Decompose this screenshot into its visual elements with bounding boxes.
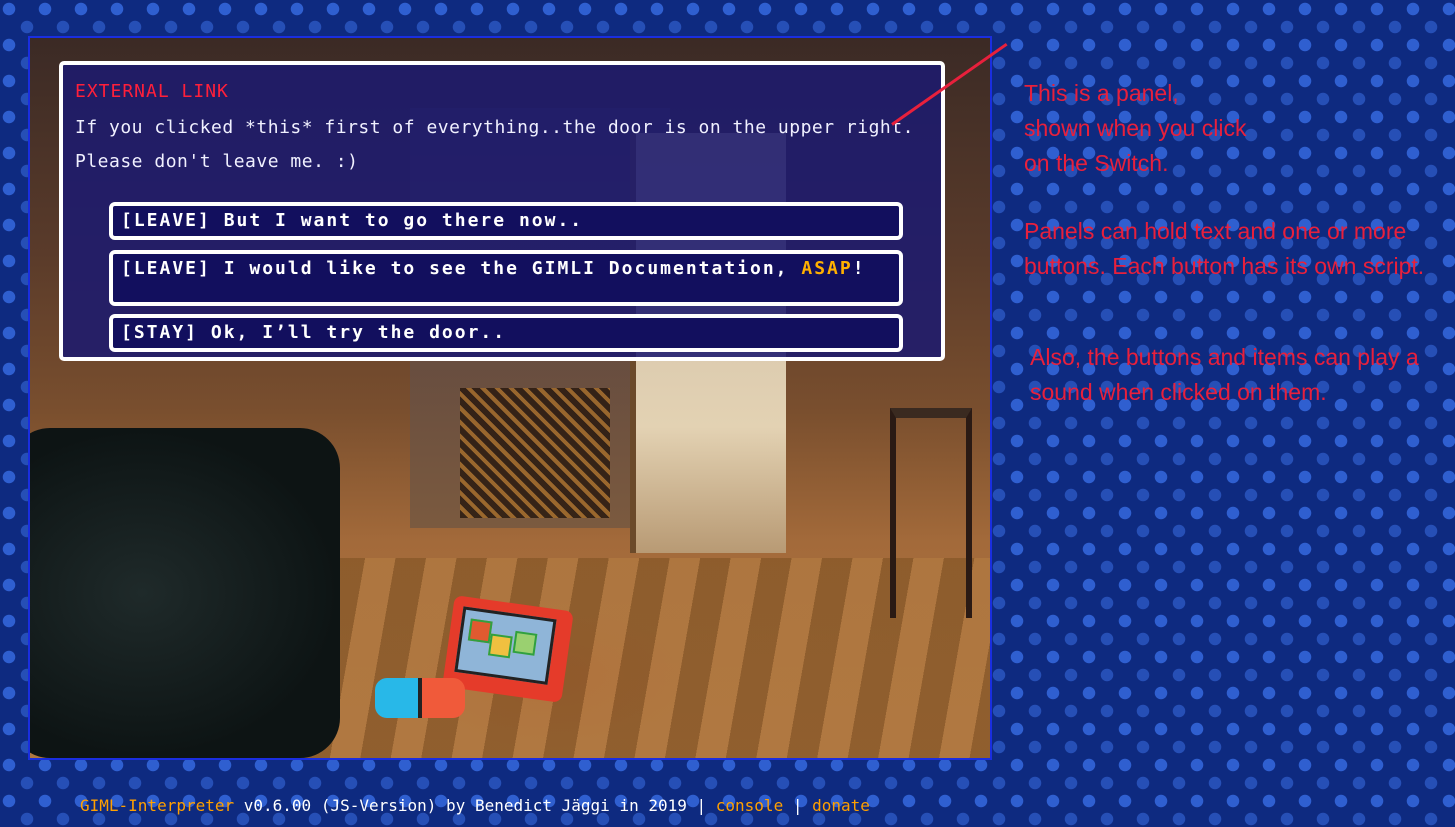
donate-link[interactable]: donate [812,796,870,815]
annotation-panel-note: This is a panel, shown when you click on… [1024,80,1247,176]
annotation-buttons-note: Panels can hold text and one or more but… [1024,218,1425,279]
switch-screen [454,606,557,685]
scene-tapestry [460,388,610,518]
asap-highlight: ASAP [801,258,853,279]
footer-separator: | [783,796,813,815]
scene-couch [30,428,340,758]
giml-interpreter-link[interactable]: GIML-Interpreter [80,796,234,815]
footer-info: v0.6.00 (JS-Version) by Benedict Jäggi i… [234,796,716,815]
leave-documentation-label: [LEAVE] I would like to see the GIMLI Do… [121,258,802,279]
annotation-sound-note: Also, the buttons and items can play a s… [1030,344,1419,405]
scene-stool [890,408,972,618]
panel-text: If you clicked *this* first of everythin… [75,117,914,172]
stay-button[interactable]: [STAY] Ok, I’ll try the door.. [109,314,903,352]
console-link[interactable]: console [716,796,783,815]
game-viewport[interactable]: EXTERNAL LINK If you clicked *this* firs… [28,36,992,760]
leave-now-label: [LEAVE] But I want to go there now.. [121,210,584,231]
leave-documentation-suffix: ! [852,258,866,279]
footer: GIML-Interpreter v0.6.00 (JS-Version) by… [80,796,870,815]
joycon-controller-item[interactable] [375,678,465,718]
leave-documentation-button[interactable]: [LEAVE] I would like to see the GIMLI Do… [109,250,903,306]
panel-title: EXTERNAL LINK [75,81,229,102]
dialog-panel: EXTERNAL LINK If you clicked *this* firs… [59,61,945,361]
leave-now-button[interactable]: [LEAVE] But I want to go there now.. [109,202,903,240]
stay-label: [STAY] Ok, I’ll try the door.. [121,322,507,343]
